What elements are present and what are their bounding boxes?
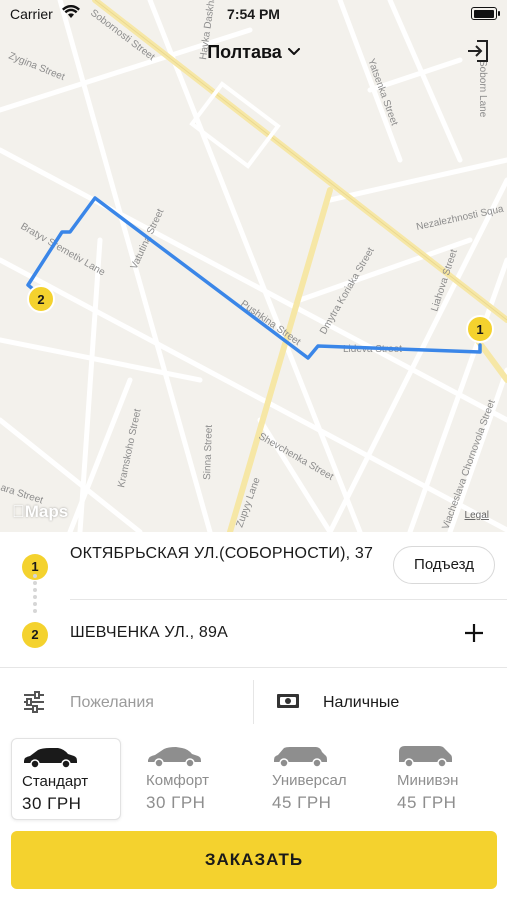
chevron-down-icon xyxy=(287,40,300,61)
wishes-field[interactable]: Пожелания xyxy=(70,694,154,712)
tariff-name: Универсал xyxy=(272,772,347,789)
destination-address-row[interactable]: 2 ШЕВЧЕНКА УЛ., 89А xyxy=(0,600,507,666)
wagon-icon xyxy=(274,747,327,768)
comfort-car-icon xyxy=(148,747,201,768)
minivan-icon xyxy=(399,746,452,768)
marker-1[interactable]: 1 xyxy=(466,315,494,343)
tariff-name: Минивэн xyxy=(397,772,459,789)
marker-2[interactable]: 2 xyxy=(27,285,55,313)
city-name: Полтава xyxy=(207,42,282,62)
options-row: Пожелания Наличные xyxy=(0,668,507,736)
payment-method[interactable]: Наличные xyxy=(323,694,399,712)
tariff-name: Стандарт xyxy=(22,773,89,790)
tariff-name: Комфорт xyxy=(146,772,209,789)
map-canvas[interactable]: Sobornosti Street Zygina Street Yatsenka… xyxy=(0,0,507,532)
svg-text:Sinna Street: Sinna Street xyxy=(202,424,215,480)
order-button[interactable]: ЗАКАЗАТЬ xyxy=(11,831,497,889)
svg-text:Soborn Lane: Soborn Lane xyxy=(477,60,488,118)
destination-badge: 2 xyxy=(22,622,48,648)
destination-address[interactable]: ШЕВЧЕНКА УЛ., 89А xyxy=(70,622,228,644)
tariff-comfort[interactable]: Комфорт 30 ГРН xyxy=(136,738,246,820)
logout-icon[interactable] xyxy=(465,38,491,64)
map-view[interactable]: Sobornosti Street Zygina Street Yatsenka… xyxy=(0,0,507,532)
cash-icon xyxy=(276,693,300,709)
clock: 7:54 PM xyxy=(227,6,280,22)
pickup-address[interactable]: ОКТЯБРЬСКАЯ УЛ.(СОБОРНОСТИ), 37 xyxy=(70,543,390,565)
tariff-wagon[interactable]: Универсал 45 ГРН xyxy=(262,738,372,820)
svg-text:1: 1 xyxy=(476,322,483,337)
tariff-selector: Стандарт 30 ГРН Комфорт 30 ГРН Универсал… xyxy=(0,736,507,824)
sliders-icon[interactable] xyxy=(22,690,46,714)
legal-link[interactable]: Legal xyxy=(465,510,489,521)
tariff-price: 30 ГРН xyxy=(146,793,206,812)
tariff-minivan[interactable]: Минивэн 45 ГРН xyxy=(387,738,497,820)
city-selector[interactable]: Полтава xyxy=(0,40,507,63)
svg-text:2: 2 xyxy=(37,292,44,307)
apple-icon:  xyxy=(12,502,25,521)
tariff-standard[interactable]: Стандарт 30 ГРН xyxy=(11,738,121,820)
plus-icon[interactable] xyxy=(463,622,485,644)
pickup-address-row[interactable]: 1 ОКТЯБРЬСКАЯ УЛ.(СОБОРНОСТИ), 37 Подъез… xyxy=(0,532,507,598)
tariff-price: 45 ГРН xyxy=(397,793,457,812)
tariff-price: 45 ГРН xyxy=(272,793,332,812)
battery-icon xyxy=(471,7,500,20)
tariff-price: 30 ГРН xyxy=(22,794,82,813)
sedan-icon xyxy=(24,748,77,769)
entrance-button[interactable]: Подъезд xyxy=(393,546,495,584)
status-bar: Carrier 7:54 PM xyxy=(0,0,507,28)
maps-logo: Maps xyxy=(12,502,68,521)
options-divider xyxy=(253,680,254,724)
